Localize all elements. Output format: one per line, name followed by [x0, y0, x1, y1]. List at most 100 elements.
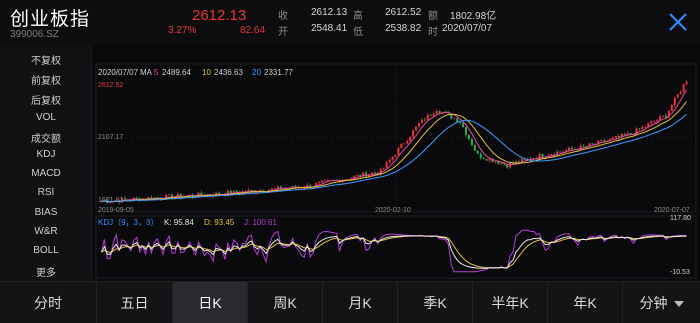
ma20-value: 2331.77 [264, 68, 293, 77]
amount-label: 额 [428, 11, 438, 22]
candle-body [661, 115, 665, 117]
kdj-max-label: 117.80 [670, 215, 691, 222]
ma-label: MA [140, 68, 153, 77]
tab-minute-label: 分钟 [639, 295, 668, 311]
candle-body [509, 162, 512, 168]
sidebar-item-no-adjust[interactable]: 不复权 [0, 52, 92, 67]
candle-body [638, 128, 641, 130]
sidebar-item-boll[interactable]: BOLL [0, 245, 92, 256]
candle-body [467, 134, 470, 140]
sidebar-item-vol[interactable]: VOL [0, 112, 92, 123]
main-date: 2020/07/07 [98, 68, 139, 77]
candle-body [465, 127, 468, 135]
change-value: 82.64 [240, 25, 266, 36]
candle-body [485, 158, 488, 161]
sidebar-item-turnover[interactable]: 成交额 [0, 130, 92, 145]
x-label-end: 2020-07-07 [654, 207, 690, 214]
candle-body [459, 122, 462, 123]
kdj-k-line [101, 235, 687, 269]
indicator-sidebar: 不复权 前复权 后复权 VOL 成交额 KDJ MACD RSI BIAS W&… [0, 46, 92, 281]
chart-area[interactable]: 2020/07/07 MA 5 2489.64 10 2436.63 20 23… [92, 46, 700, 281]
candle-body [570, 147, 573, 150]
tab-weekly-k[interactable]: 周K [248, 282, 323, 323]
candle-body [600, 140, 603, 142]
kdj-d-line [101, 235, 687, 269]
kdj-min-label: -10.53 [670, 269, 690, 276]
sidebar-item-macd[interactable]: MACD [0, 168, 92, 179]
candle-body [482, 157, 485, 159]
tab-five-day[interactable]: 五日 [97, 282, 173, 323]
candle-body [168, 194, 171, 196]
open-value: 2548.41 [311, 23, 348, 34]
candle-body [673, 97, 676, 106]
ma5-name: 5 [154, 68, 159, 77]
candle-body [591, 143, 594, 145]
kdj-j-value: J: 100.61 [244, 218, 277, 227]
low-label: 低 [353, 27, 363, 38]
open-label: 开 [278, 27, 288, 38]
candle-body [365, 172, 368, 177]
ma10-name: 10 [202, 68, 211, 77]
candle-body [656, 120, 659, 122]
candle-body [676, 94, 679, 98]
candle-body [650, 121, 653, 124]
candle-body [679, 91, 682, 95]
candle-body [623, 133, 626, 135]
tab-intraday[interactable]: 分时 [0, 282, 97, 323]
high-label: 高 [353, 11, 363, 22]
candle-body [394, 154, 397, 157]
price-mid-label: 2107.17 [98, 134, 123, 141]
kdj-label[interactable]: KDJ（9，3，3） [98, 218, 158, 227]
sidebar-item-wr[interactable]: W&R [0, 226, 92, 237]
candle-body [320, 180, 323, 183]
candle-body [400, 143, 403, 148]
ma10-value: 2436.63 [214, 68, 243, 77]
candle-body [435, 111, 438, 114]
index-code: 399006.SZ [10, 29, 59, 40]
tab-minute[interactable]: 分钟 [623, 282, 700, 323]
candle-body [582, 145, 585, 147]
candle-body [644, 126, 647, 128]
ma20-line [101, 113, 687, 203]
chart-svg[interactable]: 2020/07/07 MA 5 2489.64 10 2436.63 20 23… [92, 46, 700, 281]
sidebar-item-kdj[interactable]: KDJ [0, 149, 92, 160]
candle-body [412, 130, 415, 137]
time-value: 2020/07/07 [442, 23, 493, 34]
candle-body [385, 162, 388, 168]
sidebar-item-rsi[interactable]: RSI [0, 187, 92, 198]
tab-five-day-label: 五日 [120, 295, 149, 311]
tab-yearly-k[interactable]: 年K [548, 282, 623, 323]
last-price: 2612.13 [192, 7, 247, 24]
tab-quarterly-k[interactable]: 季K [398, 282, 473, 323]
candle-body [653, 121, 656, 123]
tab-weekly-k-label: 周K [273, 295, 297, 311]
sidebar-item-bias[interactable]: BIAS [0, 207, 92, 218]
candle-body [388, 159, 391, 163]
tab-monthly-k[interactable]: 月K [323, 282, 398, 323]
candle-body [506, 164, 509, 168]
candle-body [641, 126, 644, 129]
candle-body [270, 188, 274, 190]
tab-daily-k[interactable]: 日K [173, 282, 248, 323]
candle-body [682, 84, 685, 92]
main-panel: 2020/07/07 MA 5 2489.64 10 2436.63 20 23… [95, 63, 697, 214]
sidebar-item-backward-adjust[interactable]: 后复权 [0, 92, 92, 107]
close-x-icon[interactable] [668, 12, 688, 32]
candle-body [453, 118, 456, 120]
candle-body [373, 172, 376, 174]
kdj-k-value: K: 95.84 [164, 218, 194, 227]
chevron-down-icon [673, 301, 684, 308]
tab-half-year-k[interactable]: 半年K [473, 282, 548, 323]
candle-body [612, 137, 615, 139]
tab-intraday-label: 分时 [34, 295, 62, 311]
candle-body [456, 118, 459, 123]
sidebar-item-more[interactable]: 更多 [0, 264, 92, 279]
candle-body [517, 161, 520, 163]
sidebar-item-forward-adjust[interactable]: 前复权 [0, 72, 92, 87]
ma10-line [101, 101, 687, 203]
change-percent: 3.27% [168, 25, 197, 36]
tab-yearly-k-label: 年K [573, 295, 597, 311]
low-value: 2538.82 [385, 23, 422, 34]
kdj-panel: KDJ（9，3，3） K: 95.84 D: 93.45 J: 100.61 1… [95, 215, 697, 279]
candle-body [353, 175, 356, 178]
